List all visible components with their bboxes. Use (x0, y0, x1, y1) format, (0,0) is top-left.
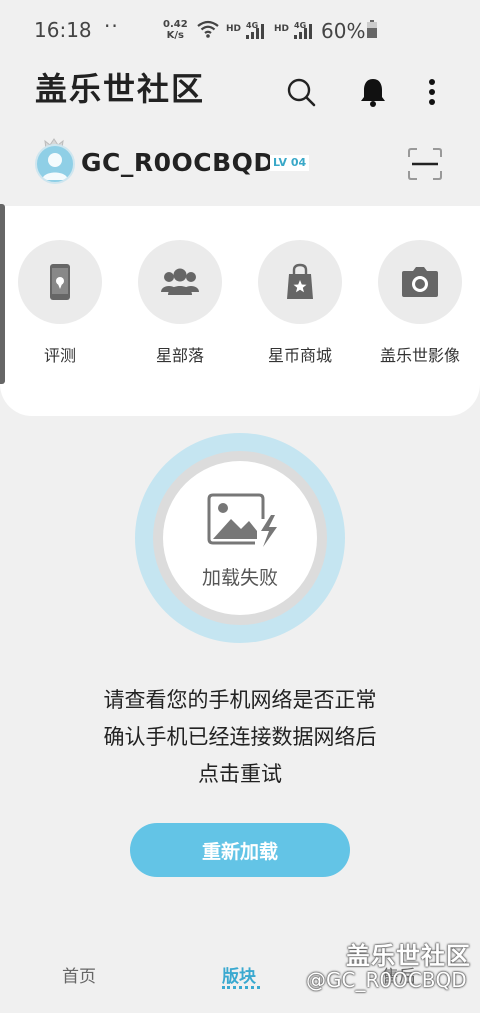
category-review-circle (18, 240, 102, 324)
network-speed: 0.42 K/s (163, 19, 188, 41)
network-speed-value: 0.42 (163, 19, 188, 30)
level-badge: LV 04 (270, 155, 310, 171)
category-imaging-circle (378, 240, 462, 324)
search-icon (287, 78, 316, 107)
category-review-label: 评测 (43, 346, 76, 365)
error-message-line-2: 确认手机已经连接数据网络后 (103, 725, 377, 749)
app-title: 盖乐世社区 (35, 70, 206, 108)
load-failure-indicator: 加载失败 (135, 433, 345, 643)
error-message-line-1: 请查看您的手机网络是否正常 (103, 688, 377, 712)
battery-percent: 60% (321, 19, 366, 43)
nav-home[interactable]: 首页 (62, 962, 96, 987)
battery-icon (367, 20, 377, 38)
notifications-button[interactable] (353, 72, 393, 112)
side-drawer-handle[interactable] (0, 204, 5, 384)
category-review[interactable]: 评测 (5, 240, 115, 366)
watermark-brand: 盖乐世社区 (346, 942, 471, 970)
signal-icon-2: 4G (294, 21, 312, 39)
hd-label-1: HD (226, 24, 242, 34)
scan-button[interactable] (406, 146, 444, 182)
camera-icon (402, 267, 438, 297)
category-tribe-circle (138, 240, 222, 324)
nav-active-indicator (222, 986, 260, 989)
avatar[interactable] (35, 144, 75, 184)
shopping-bag-icon (287, 263, 313, 299)
load-failure-text: 加载失败 (201, 567, 278, 589)
load-failure-ring: 加载失败 (153, 451, 327, 625)
wifi-icon (197, 20, 219, 38)
category-card: 评测 星部落 星币商城 盖乐世影像 (0, 206, 480, 416)
signal-icon-1: 4G (246, 21, 264, 39)
more-icon (429, 79, 435, 105)
network-speed-unit: K/s (166, 30, 185, 41)
status-dots: ·· (104, 14, 119, 38)
load-failure-core: 加载失败 (163, 461, 317, 615)
scan-icon (408, 148, 442, 180)
phone-icon (50, 264, 70, 300)
category-mall[interactable]: 星币商城 (245, 240, 355, 366)
app-bar: 盖乐世社区 (0, 62, 480, 122)
search-button[interactable] (281, 72, 321, 112)
nav-boards[interactable]: 版块 (222, 962, 256, 987)
category-mall-label: 星币商城 (267, 346, 332, 365)
category-tribe-label: 星部落 (155, 346, 204, 365)
group-icon (161, 268, 199, 295)
user-row: GC_R0OCBQD LV 04 (0, 138, 480, 192)
broken-image-icon (207, 493, 277, 547)
user-avatar-icon (42, 153, 68, 180)
status-bar: 16:18 ·· 0.42 K/s HD 4G HD 4G 60% (0, 0, 480, 62)
category-tribe[interactable]: 星部落 (125, 240, 235, 366)
category-mall-circle (258, 240, 342, 324)
reload-button[interactable]: 重新加载 (130, 823, 350, 877)
category-imaging[interactable]: 盖乐世影像 (365, 240, 475, 366)
more-button[interactable] (412, 72, 452, 112)
hd-label-2: HD (274, 24, 290, 34)
error-message-line-3: 点击重试 (198, 762, 282, 786)
bell-icon (361, 79, 385, 107)
category-imaging-label: 盖乐世影像 (379, 346, 460, 365)
username[interactable]: GC_R0OCBQD (81, 148, 275, 177)
watermark-handle: @GC_R0OCBQD (306, 968, 467, 992)
status-time: 16:18 (34, 18, 92, 42)
